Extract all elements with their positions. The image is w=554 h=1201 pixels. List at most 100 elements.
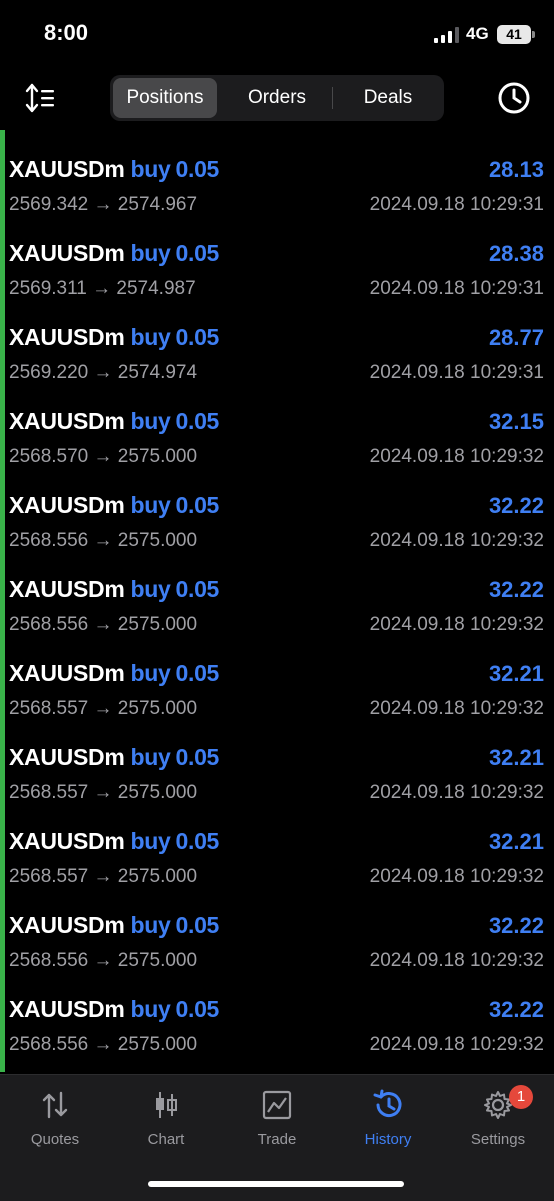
position-row[interactable]: XAUUSDm buy 0.05 32.22 2568.556 → 2575.000… [5,970,554,1055]
position-datetime: 2024.09.18 10:29:32 [369,446,544,467]
positions-list[interactable]: XAUUSDm buy 0.05 28.13 2569.342 → 2574.967… [0,130,554,1072]
tab-orders[interactable]: Orders [222,78,332,118]
trade-side: buy [130,996,171,1022]
position-datetime: 2024.09.18 10:29:32 [369,698,544,719]
position-datetime: 2024.09.18 10:29:32 [369,866,544,887]
settings-badge: 1 [509,1085,533,1109]
battery-tip [532,31,535,38]
position-datetime: 2024.09.18 10:29:31 [369,362,544,383]
history-icon [373,1089,402,1118]
position-prices: 2569.342 → 2574.967 [9,194,198,215]
position-prices: 2568.557 → 2575.000 [9,866,198,887]
trade-volume: 0.05 [175,996,220,1022]
trade-side: buy [130,660,171,686]
position-datetime: 2024.09.18 10:29:31 [369,278,544,299]
position-profit: 32.22 [488,997,544,1022]
trade-side: buy [130,828,171,854]
position-prices: 2568.557 → 2575.000 [9,782,198,803]
position-prices: 2568.557 → 2575.000 [9,698,198,719]
nav-chart[interactable]: Chart [111,1075,221,1165]
nav-history[interactable]: History [333,1075,443,1165]
position-datetime: 2024.09.18 10:29:32 [369,782,544,803]
nav-label: Chart [147,1131,185,1148]
position-symbol: XAUUSDm buy 0.05 [9,324,219,351]
position-profit: 32.22 [488,493,544,518]
position-symbol: XAUUSDm buy 0.05 [9,996,219,1023]
trade-volume: 0.05 [175,324,220,350]
position-profit: 28.77 [488,325,544,350]
trade-volume: 0.05 [175,576,220,602]
trade-side: buy [130,912,171,938]
symbol-text: XAUUSDm [9,912,125,938]
quotes-icon [42,1091,68,1119]
nav-settings[interactable]: Settings [443,1075,553,1165]
position-prices: 2568.556 → 2575.000 [9,530,198,551]
trade-volume: 0.05 [175,240,220,266]
toolbar: Positions Orders Deals [0,66,554,130]
tab-deals[interactable]: Deals [333,78,443,118]
nav-label: Quotes [30,1131,80,1148]
symbol-text: XAUUSDm [9,492,125,518]
symbol-text: XAUUSDm [9,324,125,350]
position-row[interactable]: XAUUSDm buy 0.05 32.22 2568.556 → 2575.000… [5,550,554,635]
position-symbol: XAUUSDm buy 0.05 [9,828,219,855]
position-symbol: XAUUSDm buy 0.05 [9,912,219,939]
position-profit: 32.21 [488,661,544,686]
trade-side: buy [130,576,171,602]
trade-volume: 0.05 [175,156,220,182]
clock-icon[interactable] [496,80,532,116]
position-symbol: XAUUSDm buy 0.05 [9,660,219,687]
trade-volume: 0.05 [175,828,220,854]
position-profit: 32.15 [488,409,544,434]
position-prices: 2568.556 → 2575.000 [9,1034,198,1055]
nav-quotes[interactable]: Quotes [0,1075,110,1165]
position-symbol: XAUUSDm buy 0.05 [9,492,219,519]
position-row[interactable]: XAUUSDm buy 0.05 28.77 2569.220 → 2574.974… [5,298,554,383]
trade-side: buy [130,156,171,182]
sort-icon[interactable] [24,82,58,114]
position-prices: 2569.311 → 2574.987 [9,278,196,299]
network-type: 4G [466,24,489,43]
position-profit: 32.21 [488,745,544,770]
trade-side: buy [130,408,171,434]
position-row[interactable]: XAUUSDm buy 0.05 32.21 2568.557 → 2575.000… [5,802,554,887]
trade-volume: 0.05 [175,744,220,770]
battery-icon: 41 [497,25,531,44]
position-row[interactable]: XAUUSDm buy 0.05 32.15 2568.570 → 2575.000… [5,382,554,467]
trade-volume: 0.05 [175,912,220,938]
position-row[interactable]: XAUUSDm buy 0.05 28.38 2569.311 → 2574.987… [5,214,554,299]
trade-side: buy [130,240,171,266]
trade-side: buy [130,324,171,350]
tab-positions[interactable]: Positions [113,78,217,118]
signal-strength-icon [434,27,459,43]
symbol-text: XAUUSDm [9,156,125,182]
history-segmented-control: Positions Orders Deals [110,75,444,121]
chart-icon [156,1092,177,1118]
home-indicator[interactable] [148,1181,404,1187]
symbol-text: XAUUSDm [9,660,125,686]
position-symbol: XAUUSDm buy 0.05 [9,408,219,435]
position-row[interactable]: XAUUSDm buy 0.05 28.13 2569.342 → 2574.967… [5,130,554,215]
position-profit: 32.22 [488,913,544,938]
position-row[interactable]: XAUUSDm buy 0.05 32.22 2568.556 → 2575.000… [5,886,554,971]
nav-label: Settings [470,1131,526,1148]
nav-label: History [364,1131,412,1148]
position-datetime: 2024.09.18 10:29:32 [369,614,544,635]
position-profit: 32.21 [488,829,544,854]
symbol-text: XAUUSDm [9,576,125,602]
trade-side: buy [130,492,171,518]
position-symbol: XAUUSDm buy 0.05 [9,240,219,267]
position-prices: 2568.570 → 2575.000 [9,446,198,467]
position-prices: 2568.556 → 2575.000 [9,950,198,971]
trade-side: buy [130,744,171,770]
clock-time: 8:00 [44,20,89,45]
position-row[interactable]: XAUUSDm buy 0.05 32.21 2568.557 → 2575.000… [5,718,554,803]
position-profit: 28.13 [488,157,544,182]
position-row[interactable]: XAUUSDm buy 0.05 32.22 2568.556 → 2575.000… [5,466,554,551]
position-symbol: XAUUSDm buy 0.05 [9,156,219,183]
position-datetime: 2024.09.18 10:29:32 [369,530,544,551]
nav-trade[interactable]: Trade [222,1075,332,1165]
position-row[interactable]: XAUUSDm buy 0.05 32.21 2568.557 → 2575.000… [5,634,554,719]
trade-icon [262,1090,292,1120]
position-prices: 2569.220 → 2574.974 [9,362,198,383]
